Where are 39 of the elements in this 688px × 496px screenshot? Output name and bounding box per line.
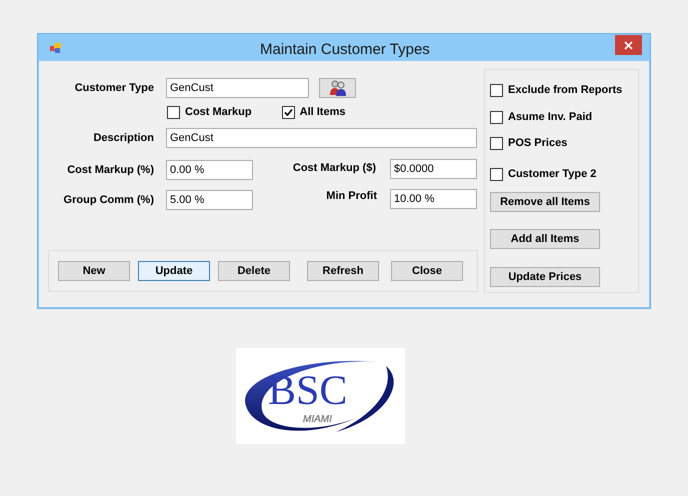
field-label: Min Profit bbox=[325, 189, 377, 204]
logo: BSC MIAMI bbox=[236, 348, 405, 444]
field-label: Group Comm (%) bbox=[62, 192, 154, 208]
checkbox-label: POS Prices bbox=[508, 136, 568, 151]
button[interactable]: New bbox=[58, 261, 130, 281]
input-field[interactable]: 10.00 % bbox=[390, 189, 477, 209]
button[interactable]: Refresh bbox=[307, 261, 379, 281]
checkbox[interactable] bbox=[490, 136, 503, 150]
button[interactable]: Add all Items bbox=[490, 229, 600, 250]
checkbox[interactable] bbox=[490, 84, 503, 97]
checkbox-label: Customer Type 2 bbox=[508, 167, 596, 182]
input-field[interactable]: GenCust bbox=[166, 78, 309, 98]
checkbox[interactable] bbox=[167, 106, 180, 118]
customers-button[interactable] bbox=[319, 78, 356, 98]
input-field[interactable]: 0.00 % bbox=[166, 160, 253, 180]
input-field[interactable]: GenCust bbox=[166, 128, 477, 148]
checkbox[interactable] bbox=[490, 168, 503, 181]
people-icon bbox=[328, 80, 346, 96]
checkbox[interactable] bbox=[282, 106, 295, 118]
field-label: Cost Markup ($) bbox=[292, 161, 376, 176]
close-button[interactable] bbox=[615, 35, 642, 55]
checkbox-label: All Items bbox=[300, 104, 346, 120]
checkbox-label: Asume Inv. Paid bbox=[508, 110, 592, 125]
field-label: Description bbox=[92, 130, 154, 146]
input-field[interactable]: $0.0000 bbox=[390, 159, 477, 179]
checkbox-label: Cost Markup bbox=[185, 104, 252, 120]
button[interactable]: Update Prices bbox=[490, 267, 600, 288]
checkbox-label: Exclude from Reports bbox=[508, 83, 622, 98]
close-icon bbox=[624, 40, 633, 50]
button[interactable]: Update bbox=[138, 261, 210, 281]
button[interactable]: Close bbox=[391, 261, 463, 281]
window-title: Maintain Customer Types bbox=[260, 40, 430, 60]
button[interactable]: Delete bbox=[218, 261, 290, 281]
field-label: Cost Markup (%) bbox=[66, 162, 154, 178]
checkbox[interactable] bbox=[490, 110, 503, 124]
field-label: Customer Type bbox=[74, 80, 154, 96]
app-icon bbox=[50, 42, 61, 52]
button[interactable]: Remove all Items bbox=[490, 192, 600, 212]
input-field[interactable]: 5.00 % bbox=[166, 190, 253, 210]
